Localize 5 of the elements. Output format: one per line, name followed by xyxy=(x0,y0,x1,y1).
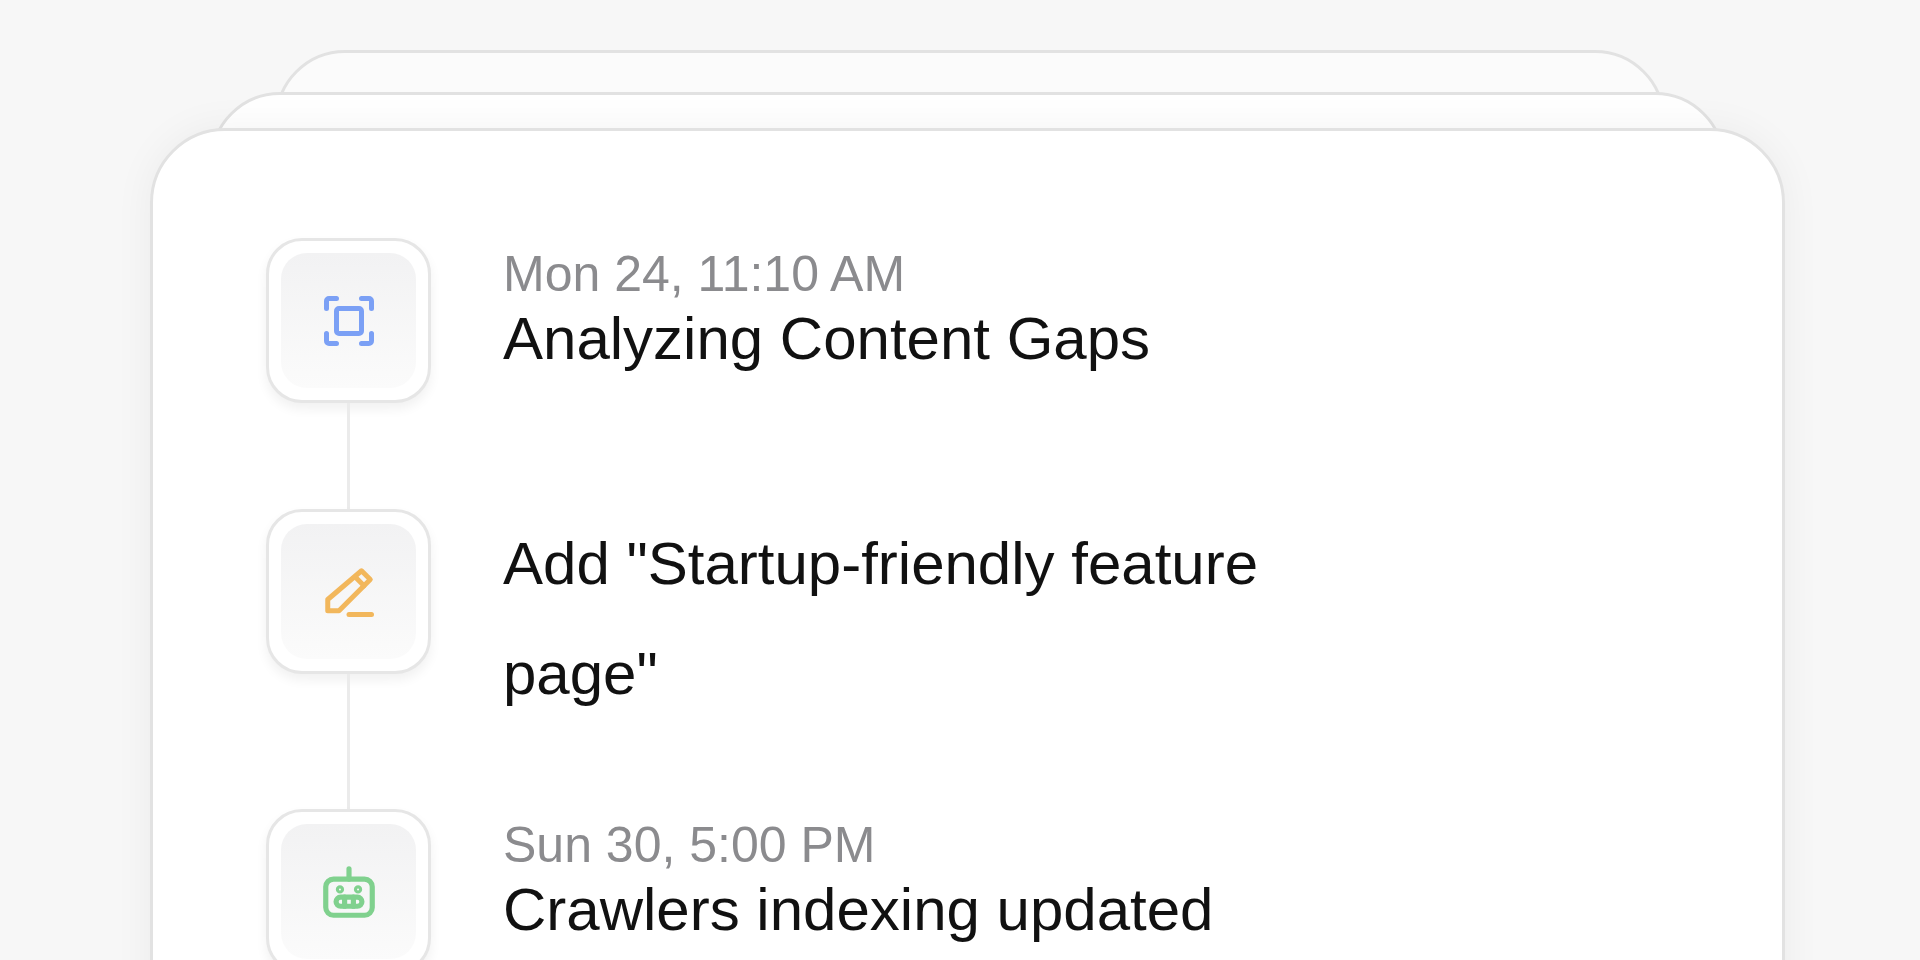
timestamp: Sun 30, 5:00 PM xyxy=(503,816,877,875)
event-title: Analyzing Content Gaps xyxy=(503,303,1152,374)
timestamp: Mon 24, 11:10 AM xyxy=(503,245,907,304)
event-title: Crawlers indexing updated xyxy=(503,874,1215,945)
event-title: Add "Startup-friendly feature page" xyxy=(503,529,1260,710)
